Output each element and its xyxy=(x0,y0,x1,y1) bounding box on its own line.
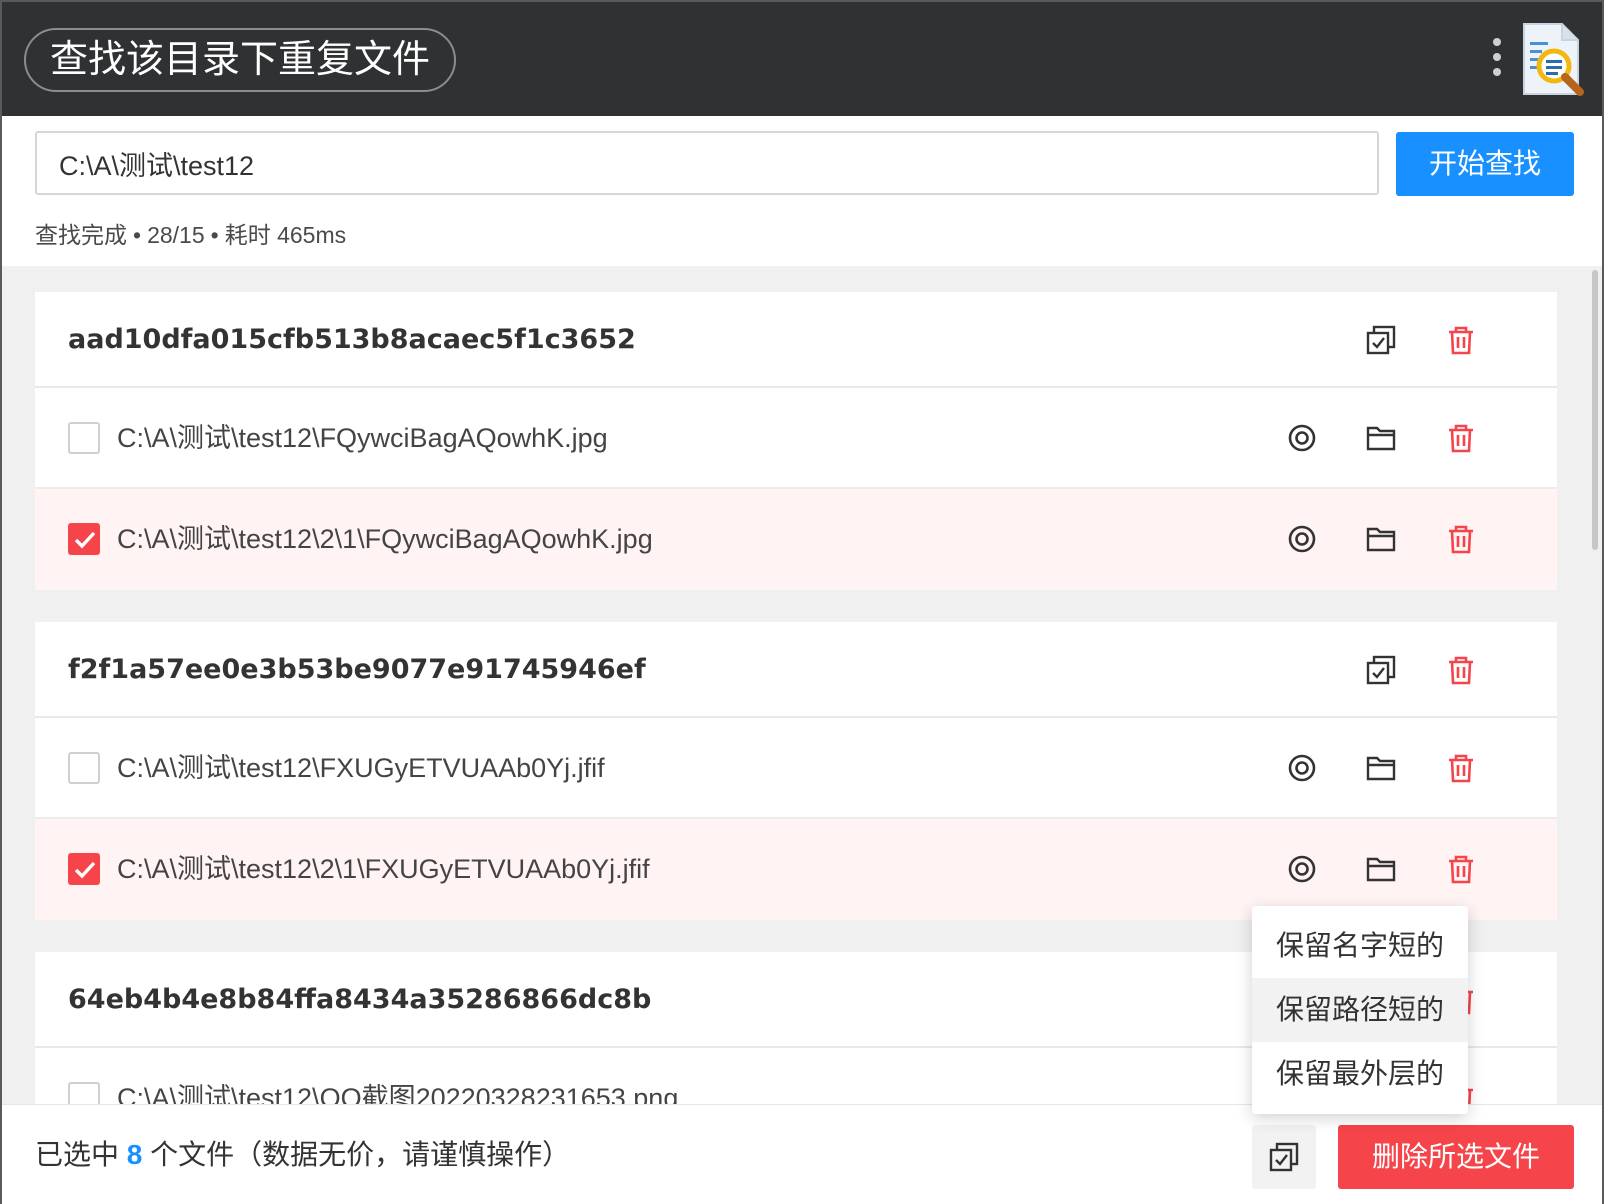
trash-icon[interactable] xyxy=(1445,752,1477,784)
app-window: 查找该目录下重复文件 开始查找 查找完成•28/15•耗时 465ms xyxy=(0,0,1604,1204)
multi-select-icon[interactable] xyxy=(1365,654,1397,686)
menu-item-keep-outermost[interactable]: 保留最外层的 xyxy=(1252,1042,1468,1106)
selection-count: 8 xyxy=(126,1139,143,1170)
menu-item-keep-shortest-name[interactable]: 保留名字短的 xyxy=(1252,914,1468,978)
multi-select-icon xyxy=(1269,1142,1299,1172)
menu-item-keep-shortest-path[interactable]: 保留路径短的 xyxy=(1252,978,1468,1042)
eye-icon[interactable] xyxy=(1286,853,1318,885)
window-title: 查找该目录下重复文件 xyxy=(24,28,457,92)
file-row[interactable]: C:\A\测试\test12\FXUGyETVUAAb0Yj.jfif xyxy=(35,718,1557,819)
multi-select-icon[interactable] xyxy=(1365,324,1397,356)
trash-icon[interactable] xyxy=(1445,523,1477,555)
file-path: C:\A\测试\test12\FXUGyETVUAAb0Yj.jfif xyxy=(117,753,605,783)
folder-icon[interactable] xyxy=(1365,752,1397,784)
directory-path-input[interactable] xyxy=(35,131,1379,195)
folder-icon[interactable] xyxy=(1365,853,1397,885)
eye-icon[interactable] xyxy=(1286,752,1318,784)
file-checkbox[interactable] xyxy=(68,853,100,885)
file-path: C:\A\测试\test12\2\1\FXUGyETVUAAb0Yj.jfif xyxy=(117,854,650,884)
selection-summary: 已选中 8 个文件（数据无价，请谨慎操作） xyxy=(35,1105,570,1204)
trash-icon[interactable] xyxy=(1445,422,1477,454)
file-checkbox[interactable] xyxy=(68,1082,100,1104)
group-hash: 64eb4b4e8b84ffa8434a35286866dc8b xyxy=(68,984,652,1015)
file-row[interactable]: C:\A\测试\test12\2\1\FQywciBagAQowhK.jpg xyxy=(35,489,1557,590)
trash-icon[interactable] xyxy=(1445,324,1477,356)
keep-rule-menu: 保留名字短的 保留路径短的 保留最外层的 xyxy=(1252,906,1468,1114)
list-scrollbar[interactable] xyxy=(1592,270,1598,550)
start-search-button[interactable]: 开始查找 xyxy=(1396,132,1574,196)
search-status: 查找完成 • 28/15 • 耗时 465ms xyxy=(35,222,347,248)
file-checkbox[interactable] xyxy=(68,422,100,454)
file-path: C:\A\测试\test12\QQ截图20220328231653.png xyxy=(117,1083,679,1104)
duplicate-group: f2f1a57ee0e3b53be9077e91745946ef C:\A\测试… xyxy=(35,622,1557,920)
file-row[interactable]: C:\A\测试\test12\2\1\FXUGyETVUAAb0Yj.jfif xyxy=(35,819,1557,920)
footer-bar: 已选中 8 个文件（数据无价，请谨慎操作） 删除所选文件 xyxy=(2,1104,1602,1204)
file-search-icon xyxy=(1510,20,1594,100)
selection-prefix: 已选中 xyxy=(35,1139,120,1170)
auto-select-button[interactable] xyxy=(1252,1125,1316,1189)
group-hash: aad10dfa015cfb513b8acaec5f1c3652 xyxy=(68,324,636,355)
check-icon xyxy=(74,531,96,549)
status-state: 查找完成 xyxy=(35,222,127,248)
folder-icon[interactable] xyxy=(1365,523,1397,555)
group-header: f2f1a57ee0e3b53be9077e91745946ef xyxy=(35,622,1557,718)
check-icon xyxy=(74,861,96,879)
group-header: aad10dfa015cfb513b8acaec5f1c3652 xyxy=(35,292,1557,388)
group-hash: f2f1a57ee0e3b53be9077e91745946ef xyxy=(68,654,646,685)
file-path: C:\A\测试\test12\2\1\FQywciBagAQowhK.jpg xyxy=(117,524,653,554)
selection-suffix: 个文件（数据无价，请谨慎操作） xyxy=(150,1139,571,1170)
eye-icon[interactable] xyxy=(1286,422,1318,454)
status-elapsed: 耗时 465ms xyxy=(224,222,347,248)
file-checkbox[interactable] xyxy=(68,523,100,555)
file-path: C:\A\测试\test12\FQywciBagAQowhK.jpg xyxy=(117,423,608,453)
trash-icon[interactable] xyxy=(1445,853,1477,885)
file-row[interactable]: C:\A\测试\test12\FQywciBagAQowhK.jpg xyxy=(35,388,1557,489)
delete-selected-button[interactable]: 删除所选文件 xyxy=(1338,1125,1574,1189)
title-bar: 查找该目录下重复文件 xyxy=(2,2,1602,116)
eye-icon[interactable] xyxy=(1286,523,1318,555)
trash-icon[interactable] xyxy=(1445,654,1477,686)
more-vertical-icon[interactable] xyxy=(1490,38,1504,82)
status-ratio: 28/15 xyxy=(147,222,205,248)
folder-icon[interactable] xyxy=(1365,422,1397,454)
file-checkbox[interactable] xyxy=(68,752,100,784)
duplicate-group: aad10dfa015cfb513b8acaec5f1c3652 C:\A\测试… xyxy=(35,292,1557,590)
